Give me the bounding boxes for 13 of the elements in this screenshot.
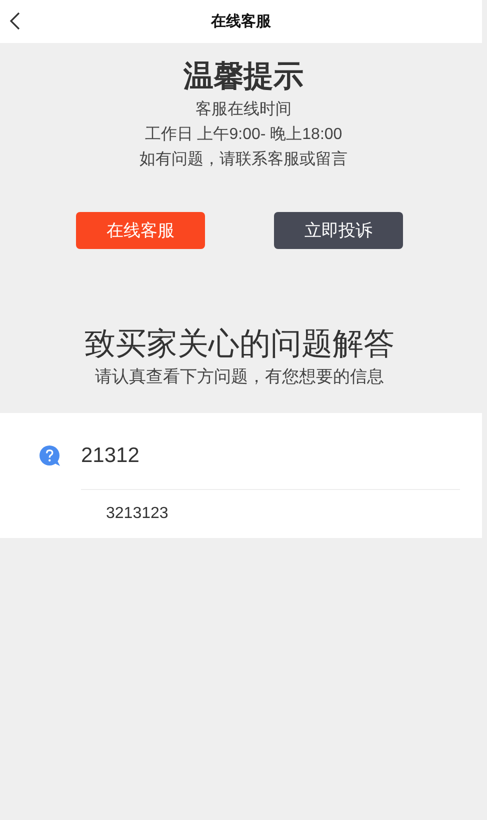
notice-title: 温馨提示 bbox=[184, 59, 304, 95]
answer-text: 3213123 bbox=[106, 505, 168, 523]
notice-line: 客服在线时间 bbox=[196, 100, 292, 120]
notice-line: 如有问题，请联系客服或留言 bbox=[140, 150, 348, 170]
notice-line: 工作日 上午9:00- 晚上18:00 bbox=[144, 124, 342, 145]
complaint-button[interactable]: 立即投诉 bbox=[274, 212, 403, 249]
faq-subtitle: 请认真查看下方问题，有您想要的信息 bbox=[95, 366, 384, 388]
online-service-button[interactable]: 在线客服 bbox=[76, 212, 205, 249]
page-title: 在线客服 bbox=[211, 12, 271, 31]
question-text[interactable]: 21312 bbox=[81, 444, 140, 468]
question-icon bbox=[39, 445, 61, 467]
back-icon[interactable] bbox=[8, 11, 22, 31]
faq-title: 致买家关心的问题解答 bbox=[84, 326, 394, 362]
